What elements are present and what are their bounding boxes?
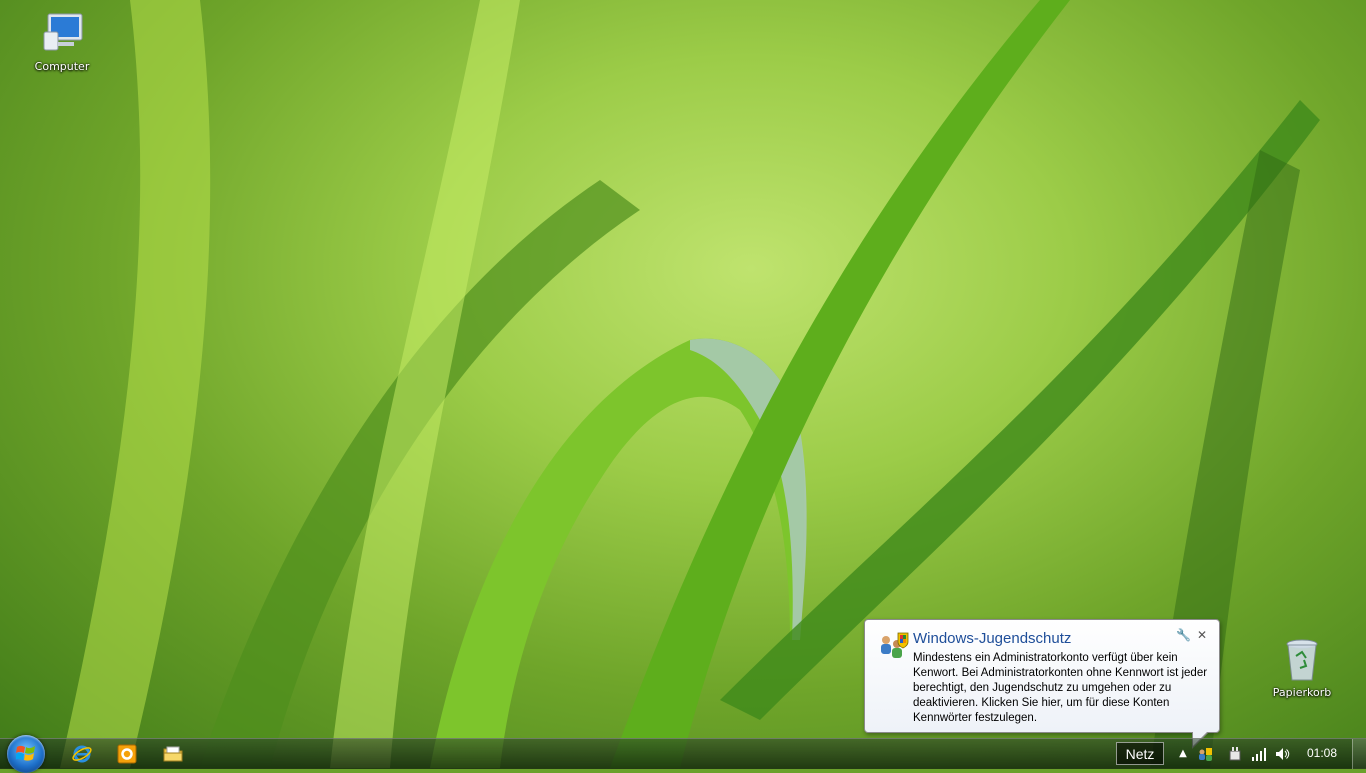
notification-title: Windows-Jugendschutz [913,630,1072,647]
show-desktop-button[interactable] [1352,739,1366,769]
language-bar-button[interactable]: Netz [1116,742,1164,765]
parental-controls-icon [877,630,909,662]
network-signal-icon[interactable] [1251,746,1267,762]
desktop-icon-computer[interactable]: Computer [22,10,102,73]
recycle-bin-icon [1278,636,1326,684]
parental-controls-tray-icon[interactable] [1197,746,1213,762]
volume-speaker-icon[interactable] [1274,746,1290,762]
desktop-icon-label: Papierkorb [1272,686,1332,699]
start-button[interactable] [7,735,45,773]
computer-icon [38,10,86,58]
notification-body[interactable]: Mindestens ein Administratorkonto verfüg… [913,651,1213,726]
desktop-icon-recycle-bin[interactable]: Papierkorb [1262,636,1342,699]
explorer-folder-icon[interactable] [162,743,184,765]
clock-time[interactable]: 01:08 [1307,746,1337,760]
show-hidden-icons-arrow-icon[interactable]: ▲ [1175,746,1191,762]
windows-logo-icon [16,745,35,761]
close-icon[interactable]: ✕ [1195,628,1209,642]
outlook-icon[interactable] [116,743,138,765]
notification-balloon[interactable]: Windows-Jugendschutz 🔧 ✕ Mindestens ein … [864,619,1220,749]
internet-explorer-icon[interactable] [71,743,93,765]
wrench-icon[interactable]: 🔧 [1176,628,1191,642]
power-plug-icon[interactable] [1227,746,1243,762]
taskbar: Netz ▲ 01:08 [0,735,1366,773]
desktop-icon-label: Computer [34,60,90,73]
